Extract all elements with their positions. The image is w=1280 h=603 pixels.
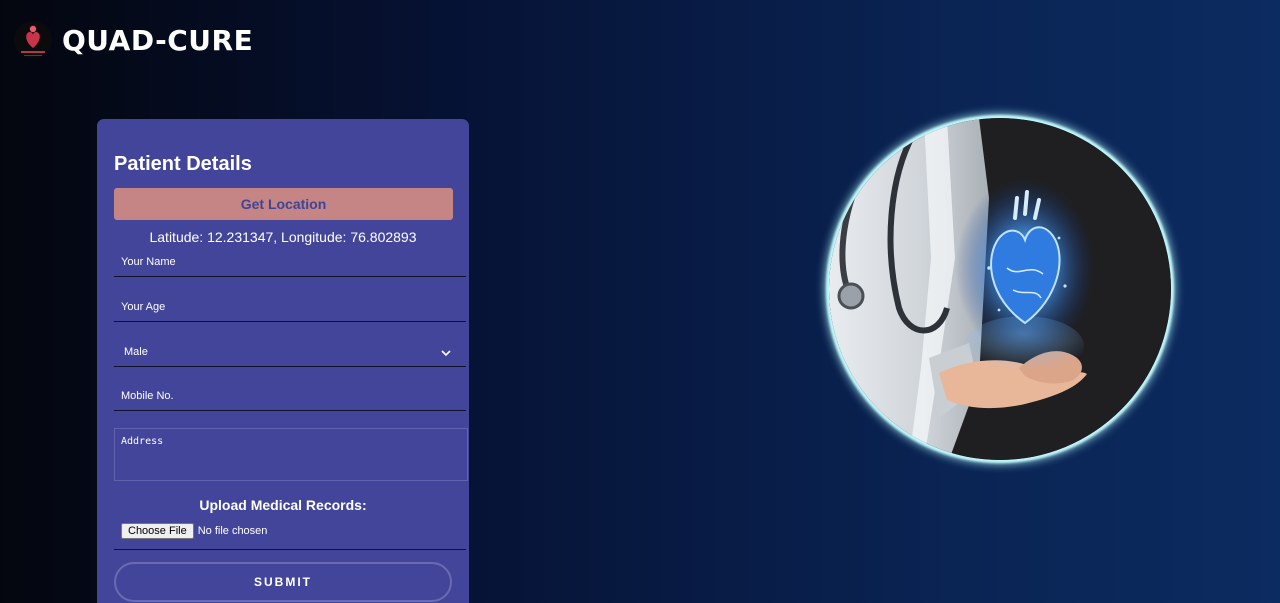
choose-file-button[interactable]: Choose File bbox=[121, 523, 194, 539]
brand-title: QUAD-CURE bbox=[62, 24, 254, 57]
coordinates-text: Latitude: 12.231347, Longitude: 76.80289… bbox=[149, 229, 417, 245]
hero-image bbox=[829, 118, 1171, 460]
name-input[interactable]: Your Name bbox=[114, 247, 466, 277]
get-location-button[interactable]: Get Location bbox=[114, 188, 453, 220]
address-placeholder: Address bbox=[121, 436, 164, 447]
mobile-placeholder: Mobile No. bbox=[121, 390, 174, 402]
brand-logo[interactable] bbox=[12, 20, 54, 60]
age-input[interactable]: Your Age bbox=[114, 292, 466, 322]
age-placeholder: Your Age bbox=[121, 301, 166, 313]
form-title: Patient Details bbox=[114, 153, 252, 175]
medical-records-file-input[interactable]: Choose File No file chosen bbox=[114, 523, 466, 550]
heart-logo-icon bbox=[14, 21, 52, 59]
gender-selected-value: Male bbox=[124, 346, 148, 358]
file-status-text: No file chosen bbox=[197, 525, 268, 537]
mobile-input[interactable]: Mobile No. bbox=[114, 381, 466, 411]
name-placeholder: Your Name bbox=[121, 256, 176, 268]
chevron-down-icon bbox=[441, 350, 451, 357]
upload-records-label: Upload Medical Records: bbox=[199, 497, 367, 513]
doctor-heart-illustration bbox=[829, 118, 1171, 460]
patient-details-form: Patient Details Get Location Latitude: 1… bbox=[97, 119, 469, 603]
address-textarea[interactable]: Address bbox=[114, 428, 468, 481]
gender-select[interactable]: Male bbox=[114, 337, 466, 367]
submit-button[interactable]: SUBMIT bbox=[114, 562, 452, 602]
